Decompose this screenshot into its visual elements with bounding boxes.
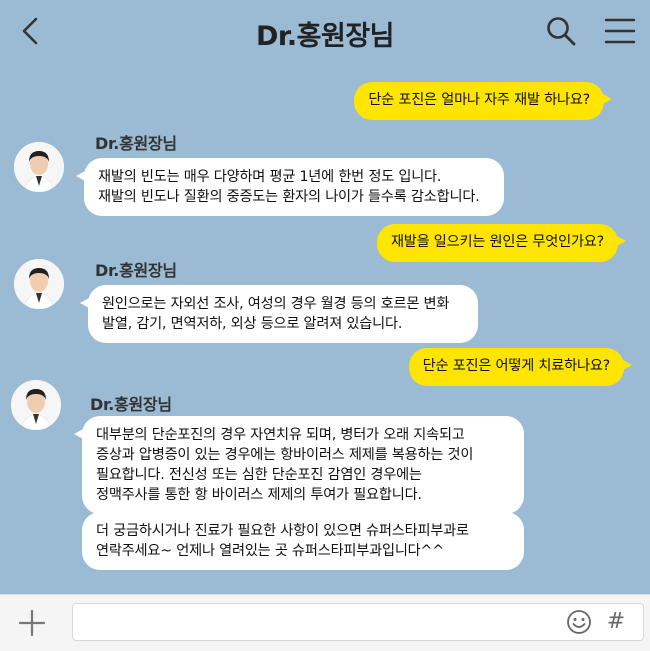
sender-name: Dr.홍원장님	[95, 261, 177, 280]
doctor-portrait-icon	[14, 142, 64, 192]
message-line: 발열, 감기, 면역저하, 외상 등으로 알려져 있습니다.	[102, 316, 403, 332]
message-line: 증상과 압병증이 있는 경우에는 항바이러스 제제를 복용하는 것이	[96, 447, 474, 463]
message-line: 원인으로는 자외선 조사, 여성의 경우 월경 등의 호르몬 변화	[102, 296, 450, 312]
doctor-message-bubble[interactable]: 원인으로는 자외선 조사, 여성의 경우 월경 등의 호르몬 변화 발열, 감기…	[80, 285, 478, 343]
search-icon[interactable]	[545, 15, 577, 47]
message-line: 더 궁금하시거나 진료가 필요한 사항이 있으면 슈퍼스타피부과로	[96, 523, 469, 539]
message-line: 연락주세요~ 언제나 열려있는 곳 슈퍼스타피부과입니다^^	[96, 543, 444, 559]
message-line: 대부분의 단순포진의 경우 자연치유 되며, 병터가 오래 지속되고	[96, 427, 465, 443]
doctor-message-bubble[interactable]: 재발의 빈도는 매우 다양하며 평균 1년에 한번 정도 입니다. 재발의 빈도…	[76, 158, 504, 216]
sender-name: Dr.홍원장님	[95, 134, 177, 153]
doctor-message-bubble[interactable]: 더 궁금하시거나 진료가 필요한 사항이 있으면 슈퍼스타피부과로 연락주세요~…	[82, 512, 524, 570]
message-line: 정맥주사를 통한 항 바이러스 제제의 투여가 필요합니다.	[96, 487, 422, 503]
doctor-avatar[interactable]	[14, 259, 64, 309]
doctor-portrait-icon	[11, 380, 61, 430]
doctor-message-bubble[interactable]: 대부분의 단순포진의 경우 자연치유 되며, 병터가 오래 지속되고 증상과 압…	[74, 416, 524, 514]
message-line: 재발의 빈도는 매우 다양하며 평균 1년에 한번 정도 입니다.	[98, 169, 442, 185]
my-message-bubble[interactable]: 재발을 일으키는 원인은 무엇인가요?	[376, 224, 627, 262]
sender-name: Dr.홍원장님	[90, 395, 172, 414]
my-message-bubble[interactable]: 단순 포진은 얼마나 자주 재발 하나요?	[354, 82, 612, 120]
message-line: 필요합니다. 전신성 또는 심한 단순포진 감염인 경우에는	[96, 467, 422, 483]
doctor-avatar[interactable]	[11, 380, 61, 430]
message-line: 재발의 빈도나 질환의 중증도는 환자의 나이가 들수록 감소합니다.	[98, 189, 480, 205]
message-composer: #	[0, 594, 650, 651]
emoji-icon[interactable]	[566, 609, 592, 635]
my-message-bubble[interactable]: 단순 포진은 어떻게 치료하나요?	[408, 348, 633, 386]
hash-icon[interactable]: #	[606, 607, 626, 637]
doctor-portrait-icon	[14, 259, 64, 309]
chat-header: Dr.홍원장님	[0, 0, 650, 62]
plus-icon[interactable]	[17, 608, 47, 638]
hamburger-menu-icon[interactable]	[604, 17, 636, 45]
message-input[interactable]	[72, 603, 644, 641]
doctor-avatar[interactable]	[14, 142, 64, 192]
